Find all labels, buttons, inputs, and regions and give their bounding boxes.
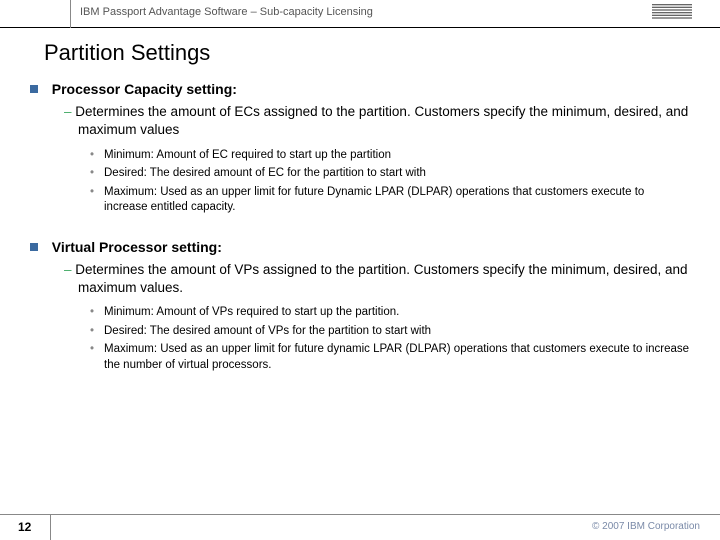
list-item-text: Minimum: Amount of VPs required to start… — [104, 305, 690, 321]
list-item: •Minimum: Amount of EC required to start… — [90, 148, 690, 164]
section-heading: Virtual Processor setting: — [52, 239, 222, 255]
list-item: •Minimum: Amount of VPs required to star… — [90, 305, 690, 321]
bullet-dot-icon: • — [90, 324, 104, 340]
bullet-dot-icon: • — [90, 166, 104, 182]
header-bar: IBM Passport Advantage Software – Sub-ca… — [0, 0, 720, 28]
footer-divider — [0, 514, 720, 515]
header-divider — [70, 0, 71, 28]
content-area: Processor Capacity setting: Determines t… — [30, 80, 690, 395]
list-item: •Desired: The desired amount of VPs for … — [90, 324, 690, 340]
breadcrumb: IBM Passport Advantage Software – Sub-ca… — [80, 6, 373, 18]
bullet-dot-icon: • — [90, 342, 104, 373]
copyright-text: © 2007 IBM Corporation — [592, 521, 700, 532]
bullet-dot-icon: • — [90, 148, 104, 164]
list-item: •Desired: The desired amount of EC for t… — [90, 166, 690, 182]
section-virtual-processor: Virtual Processor setting: Determines th… — [30, 238, 690, 374]
bullet-dot-icon: • — [90, 305, 104, 321]
section-heading-row: Virtual Processor setting: — [30, 238, 690, 257]
page-title: Partition Settings — [44, 40, 210, 66]
sub-list: •Minimum: Amount of VPs required to star… — [90, 305, 690, 373]
list-item: •Maximum: Used as an upper limit for fut… — [90, 342, 690, 373]
square-bullet-icon — [30, 243, 38, 251]
section-heading: Processor Capacity setting: — [52, 81, 237, 97]
footer: 12 © 2007 IBM Corporation — [0, 514, 720, 540]
section-processor-capacity: Processor Capacity setting: Determines t… — [30, 80, 690, 216]
section-description: Determines the amount of ECs assigned to… — [64, 103, 690, 139]
section-description: Determines the amount of VPs assigned to… — [64, 261, 690, 297]
footer-divider-vertical — [50, 514, 51, 540]
list-item-text: Maximum: Used as an upper limit for futu… — [104, 185, 690, 216]
list-item: •Maximum: Used as an upper limit for fut… — [90, 185, 690, 216]
ibm-logo-icon — [652, 4, 692, 25]
page-number: 12 — [18, 520, 31, 534]
list-item-text: Desired: The desired amount of VPs for t… — [104, 324, 690, 340]
bullet-dot-icon: • — [90, 185, 104, 216]
square-bullet-icon — [30, 85, 38, 93]
list-item-text: Maximum: Used as an upper limit for futu… — [104, 342, 690, 373]
slide: IBM Passport Advantage Software – Sub-ca… — [0, 0, 720, 540]
sub-list: •Minimum: Amount of EC required to start… — [90, 148, 690, 216]
list-item-text: Desired: The desired amount of EC for th… — [104, 166, 690, 182]
list-item-text: Minimum: Amount of EC required to start … — [104, 148, 690, 164]
section-heading-row: Processor Capacity setting: — [30, 80, 690, 99]
